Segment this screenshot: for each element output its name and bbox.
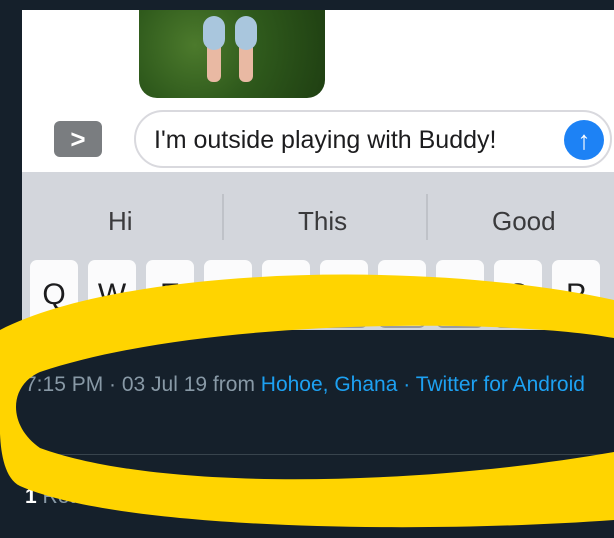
chevron-right-icon: > bbox=[70, 123, 86, 154]
suggestion-this[interactable]: This bbox=[298, 206, 347, 237]
suggestion-divider bbox=[426, 194, 428, 240]
message-input[interactable]: I'm outside playing with Buddy! ↑ bbox=[134, 110, 612, 168]
retweet-label[interactable]: Retweet bbox=[43, 485, 120, 508]
send-button[interactable]: ↑ bbox=[564, 120, 604, 160]
arrow-up-icon: ↑ bbox=[577, 124, 591, 155]
sent-photo bbox=[139, 10, 325, 98]
key-u[interactable]: U bbox=[378, 260, 426, 326]
message-text: I'm outside playing with Buddy! bbox=[154, 126, 497, 154]
retweet-count[interactable]: 1 bbox=[25, 485, 37, 508]
key-i[interactable]: I bbox=[436, 260, 484, 326]
key-r[interactable]: R bbox=[204, 260, 252, 326]
suggestion-good[interactable]: Good bbox=[492, 206, 556, 237]
like-label[interactable]: Likes bbox=[173, 485, 222, 508]
meta-separator: · bbox=[403, 373, 411, 396]
tweet-location-link[interactable]: Hohoe, Ghana bbox=[261, 373, 398, 396]
keyboard: Hi This Good Q W E R T Y U I O P bbox=[22, 172, 614, 330]
key-p[interactable]: P bbox=[552, 260, 600, 326]
suggestion-hi[interactable]: Hi bbox=[108, 206, 133, 237]
key-y[interactable]: Y bbox=[320, 260, 368, 326]
tweet-timestamp: 7:15 PM · 03 Jul 19 from bbox=[25, 373, 255, 396]
tweet-metadata: 7:15 PM · 03 Jul 19 from Hohoe, Ghana · … bbox=[25, 370, 595, 399]
photo-shoe-left bbox=[203, 16, 225, 50]
photo-shoe-right bbox=[235, 16, 257, 50]
divider bbox=[25, 454, 614, 455]
tweet-stats: 1 Retweet 18 Likes bbox=[25, 485, 222, 509]
tweet-client-link[interactable]: Twitter for Android bbox=[416, 373, 585, 396]
expand-apps-button[interactable]: > bbox=[54, 121, 102, 157]
key-e[interactable]: E bbox=[146, 260, 194, 326]
suggestion-divider bbox=[222, 194, 224, 240]
key-q[interactable]: Q bbox=[30, 260, 78, 326]
key-o[interactable]: O bbox=[494, 260, 542, 326]
embedded-imessage-screenshot: > I'm outside playing with Buddy! ↑ Hi T… bbox=[22, 10, 614, 330]
like-count[interactable]: 18 bbox=[143, 485, 166, 508]
key-t[interactable]: T bbox=[262, 260, 310, 326]
key-w[interactable]: W bbox=[88, 260, 136, 326]
